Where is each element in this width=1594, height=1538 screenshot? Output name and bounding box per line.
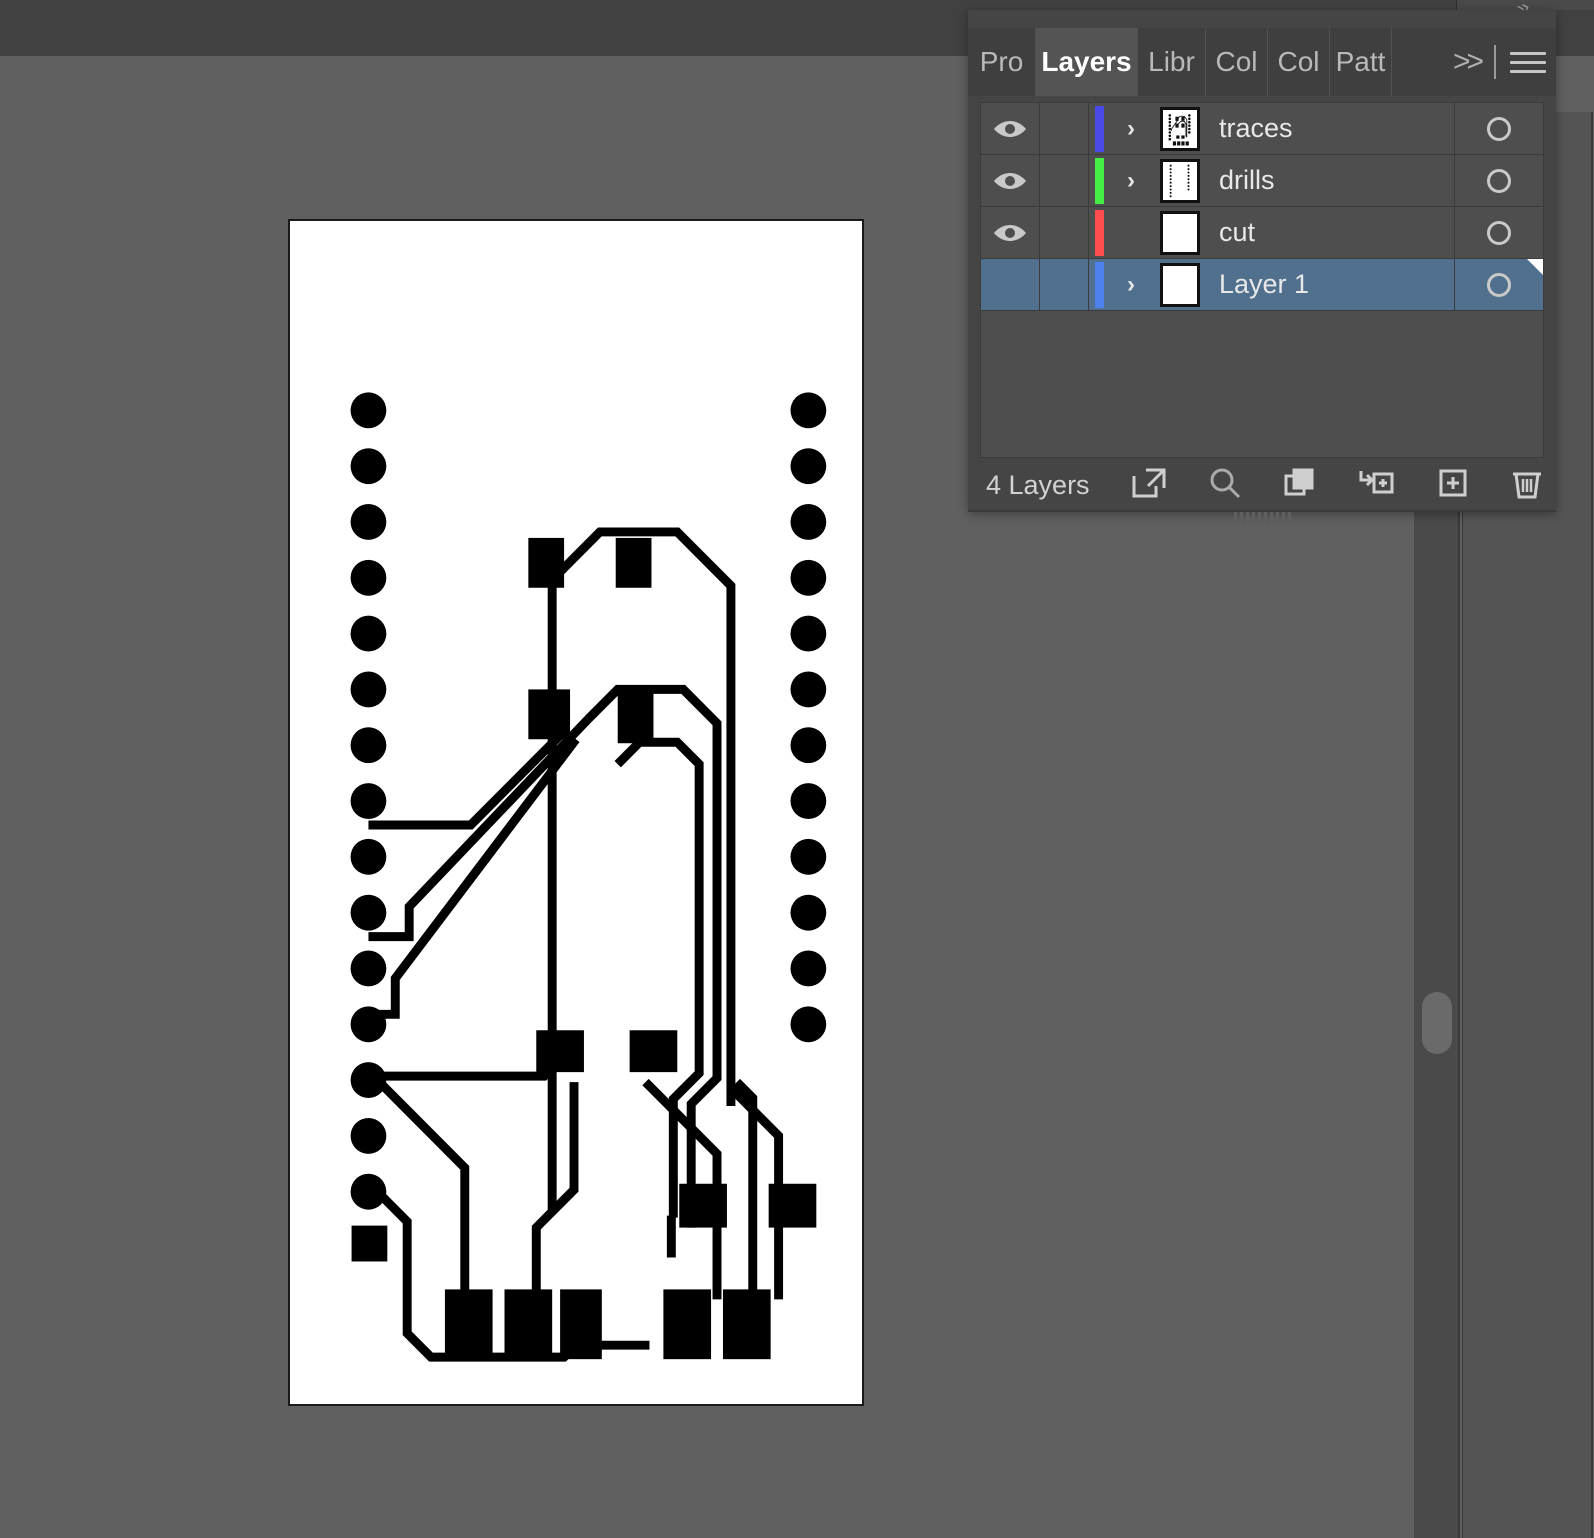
- tab-label: Patt: [1335, 46, 1386, 77]
- layer-expand-spacer: [1109, 207, 1153, 258]
- tab-color[interactable]: Col: [1206, 28, 1268, 96]
- layer-row-traces[interactable]: › traces: [981, 103, 1543, 155]
- layer-name[interactable]: drills: [1207, 155, 1455, 206]
- layer-expand-chevron-icon[interactable]: ›: [1109, 155, 1153, 206]
- tab-label: Col: [1277, 46, 1320, 77]
- layer-name[interactable]: Layer 1: [1207, 259, 1455, 310]
- layer-name[interactable]: traces: [1207, 103, 1455, 154]
- layer-expand-chevron-icon[interactable]: ›: [1109, 103, 1153, 154]
- duplicate-selection-icon[interactable]: [1282, 466, 1316, 505]
- hamburger-icon[interactable]: [1510, 51, 1546, 73]
- layer-lock-toggle[interactable]: [1040, 155, 1089, 206]
- new-layer-icon[interactable]: [1436, 466, 1470, 505]
- panel-tab-bar[interactable]: Pro Layers Libr Col Col Patt >>: [968, 28, 1556, 96]
- layer-row-drills[interactable]: › drills: [981, 155, 1543, 207]
- tab-label: Pro: [979, 46, 1024, 77]
- layer-footer-icons: [1130, 465, 1544, 506]
- more-tabs-chevron-icon[interactable]: >>: [1453, 45, 1484, 79]
- tab-libraries[interactable]: Libr: [1138, 28, 1206, 96]
- panel-tab-overflow: >>: [1396, 28, 1546, 96]
- layer-color-swatch: [1089, 155, 1109, 206]
- layer-color-swatch: [1089, 207, 1109, 258]
- layer-color-swatch: [1089, 103, 1109, 154]
- tab-pattern[interactable]: Patt: [1330, 28, 1392, 96]
- layer-thumbnail: [1153, 103, 1207, 154]
- layer-panel-footer: 4 Layers: [980, 462, 1544, 508]
- layer-lock-toggle[interactable]: [1040, 259, 1089, 310]
- layer-color-swatch: [1089, 259, 1109, 310]
- layers-panel[interactable]: Pro Layers Libr Col Col Patt >> › traces…: [968, 10, 1556, 524]
- layer-name[interactable]: cut: [1207, 207, 1455, 258]
- layer-row-layer-1[interactable]: › Layer 1: [981, 259, 1543, 311]
- layer-target-indicator[interactable]: [1455, 155, 1543, 206]
- locate-object-icon[interactable]: [1208, 466, 1242, 505]
- target-circle-icon: [1487, 272, 1511, 297]
- tab-properties[interactable]: Pro: [968, 28, 1036, 96]
- layer-expand-chevron-icon[interactable]: ›: [1109, 259, 1153, 310]
- tab-label: Layers: [1041, 46, 1132, 77]
- tab-divider: [1494, 45, 1496, 79]
- tab-label: Col: [1215, 46, 1258, 77]
- tab-layers[interactable]: Layers: [1036, 28, 1138, 96]
- layer-thumbnail: [1153, 155, 1207, 206]
- layer-lock-toggle[interactable]: [1040, 207, 1089, 258]
- tab-label: Libr: [1148, 46, 1195, 77]
- eye-icon: [992, 223, 1028, 243]
- layer-count-label: 4 Layers: [986, 469, 1090, 500]
- layer-visibility-toggle[interactable]: [981, 259, 1040, 310]
- eye-icon: [992, 171, 1028, 191]
- layer-thumbnail: [1153, 207, 1207, 258]
- layer-lock-toggle[interactable]: [1040, 103, 1089, 154]
- collect-into-new-layer-icon[interactable]: [1356, 466, 1396, 505]
- tab-color-guide[interactable]: Col: [1268, 28, 1330, 96]
- panel-resize-grip[interactable]: [968, 512, 1556, 524]
- artboard[interactable]: [288, 219, 864, 1406]
- layer-visibility-toggle[interactable]: [981, 207, 1040, 258]
- eye-icon: [992, 119, 1028, 139]
- dock-scrollbar-thumb[interactable]: [1422, 992, 1452, 1054]
- pcb-artwork: [290, 221, 862, 1404]
- layer-target-indicator[interactable]: [1455, 103, 1543, 154]
- layer-thumbnail: [1153, 259, 1207, 310]
- target-circle-icon: [1487, 168, 1511, 193]
- layer-visibility-toggle[interactable]: [981, 103, 1040, 154]
- layer-target-indicator[interactable]: [1455, 207, 1543, 258]
- layer-row-cut[interactable]: cut: [981, 207, 1543, 259]
- layer-list[interactable]: › traces › drills cut › Layer 1: [980, 102, 1544, 458]
- target-circle-icon: [1487, 220, 1511, 245]
- delete-layer-icon[interactable]: [1510, 465, 1544, 506]
- release-to-layers-icon[interactable]: [1130, 466, 1168, 505]
- target-circle-icon: [1487, 116, 1511, 141]
- selection-corner-marker: [1527, 259, 1543, 275]
- layer-visibility-toggle[interactable]: [981, 155, 1040, 206]
